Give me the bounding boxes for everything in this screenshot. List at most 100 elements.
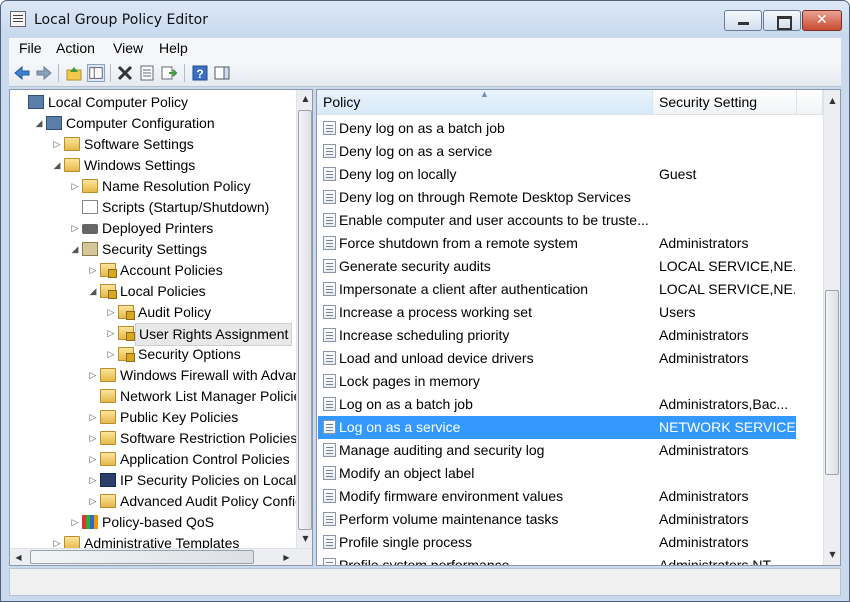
- expand-arrow-icon[interactable]: ▷: [70, 512, 80, 533]
- policy-row[interactable]: Log on as a batch job Administrators,Bac.…: [318, 393, 796, 416]
- security-settings-icon: [82, 242, 98, 256]
- policy-row[interactable]: Profile system performance Administrators…: [318, 554, 796, 566]
- expand-arrow-icon[interactable]: ▷: [106, 323, 116, 344]
- expand-arrow-icon[interactable]: ▷: [88, 470, 98, 491]
- policy-row[interactable]: Force shutdown from a remote system Admin…: [318, 232, 796, 255]
- policy-security-setting: Administrators: [659, 511, 749, 527]
- collapse-arrow-icon[interactable]: ◢: [88, 281, 98, 302]
- policy-name: Deny log on as a batch job: [339, 120, 505, 136]
- tree-item-label: Advanced Audit Policy Configu: [120, 493, 311, 509]
- toolbar: ?: [9, 60, 841, 87]
- policy-name: Modify firmware environment values: [339, 488, 564, 504]
- tree-vertical-scrollbar[interactable]: ▲ ▼: [296, 90, 312, 548]
- no-expander: [16, 92, 26, 113]
- collapse-arrow-icon[interactable]: ◢: [34, 113, 44, 134]
- policy-row[interactable]: Deny log on through Remote Desktop Servi…: [318, 186, 796, 209]
- policy-setting-icon: [323, 305, 336, 319]
- policy-name: Profile single process: [339, 534, 473, 550]
- policy-row[interactable]: Profile single process Administrators: [318, 531, 796, 554]
- delete-icon[interactable]: [116, 64, 134, 82]
- policy-name: Increase a process working set: [339, 304, 532, 320]
- scroll-up-arrow-icon[interactable]: ▲: [297, 90, 312, 107]
- tree-vertical-scroll-thumb[interactable]: [298, 110, 312, 530]
- maximize-button[interactable]: [763, 10, 801, 31]
- policy-row[interactable]: Load and unload device drivers Administra…: [318, 347, 796, 370]
- scroll-down-arrow-icon[interactable]: ▼: [297, 530, 312, 547]
- expand-arrow-icon[interactable]: ▷: [88, 428, 98, 449]
- scroll-left-arrow-icon[interactable]: ◀: [10, 549, 27, 565]
- policy-security-setting: LOCAL SERVICE,NE...: [659, 258, 795, 274]
- show-hide-tree-icon[interactable]: [87, 64, 105, 82]
- minimize-button[interactable]: [724, 10, 762, 31]
- policy-row[interactable]: Perform volume maintenance tasks Administ…: [318, 508, 796, 531]
- title-bar[interactable]: Local Group Policy Editor: [1, 1, 849, 37]
- expand-arrow-icon[interactable]: ▷: [88, 449, 98, 470]
- tree-horizontal-scrollbar[interactable]: ◀ ▶: [10, 548, 312, 565]
- expand-arrow-icon[interactable]: ▷: [70, 176, 80, 197]
- toolbar-separator: [184, 64, 185, 82]
- policy-row[interactable]: Modify firmware environment values Admini…: [318, 485, 796, 508]
- policy-row[interactable]: Impersonate a client after authenticatio…: [318, 278, 796, 301]
- tree-horizontal-scroll-thumb[interactable]: [30, 550, 254, 564]
- no-expander: [88, 386, 98, 407]
- policy-row[interactable]: Log on as a service NETWORK SERVICE...: [318, 416, 796, 439]
- policy-name: Profile system performance: [339, 557, 510, 566]
- policy-row[interactable]: Modify an object label: [318, 462, 796, 485]
- policy-row[interactable]: Increase a process working set Users: [318, 301, 796, 324]
- menu-action[interactable]: Action: [56, 40, 95, 56]
- policy-row[interactable]: Deny log on as a service: [318, 140, 796, 163]
- policy-row[interactable]: Deny log on as a batch job: [318, 117, 796, 140]
- policy-row[interactable]: Enable computer and user accounts to be …: [318, 209, 796, 232]
- forward-icon[interactable]: [35, 64, 53, 82]
- expand-arrow-icon[interactable]: ▷: [70, 218, 80, 239]
- scroll-down-arrow-icon[interactable]: ▼: [824, 546, 840, 563]
- policy-row[interactable]: Generate security audits LOCAL SERVICE,NE…: [318, 255, 796, 278]
- policy-setting-icon: [323, 213, 336, 227]
- expand-arrow-icon[interactable]: ▷: [88, 491, 98, 512]
- properties-icon[interactable]: [138, 64, 156, 82]
- tree-item-label: Name Resolution Policy: [102, 178, 251, 194]
- menu-view[interactable]: View: [113, 40, 143, 56]
- list-vertical-scroll-thumb[interactable]: [825, 290, 839, 475]
- policy-name: Force shutdown from a remote system: [339, 235, 578, 251]
- close-button[interactable]: [802, 10, 842, 31]
- policy-row[interactable]: Increase scheduling priority Administrato…: [318, 324, 796, 347]
- expand-arrow-icon[interactable]: ▷: [106, 344, 116, 365]
- column-header-policy[interactable]: ▲ Policy: [317, 90, 653, 115]
- expand-arrow-icon[interactable]: ▷: [88, 260, 98, 281]
- policy-row[interactable]: Manage auditing and security log Administ…: [318, 439, 796, 462]
- export-list-icon[interactable]: [160, 64, 178, 82]
- policy-security-setting: LOCAL SERVICE,NE...: [659, 281, 795, 297]
- folder-icon: [64, 158, 80, 172]
- policy-setting-icon: [323, 121, 336, 135]
- policy-row[interactable]: Deny log on locally Guest: [318, 163, 796, 186]
- tree-item-label: Windows Settings: [84, 157, 196, 173]
- tree-item-label: Local Computer Policy: [48, 94, 189, 110]
- computer-icon: [46, 116, 62, 130]
- show-pane-icon[interactable]: [213, 64, 231, 82]
- scroll-right-arrow-icon[interactable]: ▶: [278, 549, 295, 565]
- help-icon[interactable]: ?: [191, 64, 209, 82]
- expand-arrow-icon[interactable]: ▷: [52, 134, 62, 155]
- expand-arrow-icon[interactable]: ▷: [88, 365, 98, 386]
- printer-icon: [82, 224, 98, 234]
- back-icon[interactable]: [13, 64, 31, 82]
- expand-arrow-icon[interactable]: ▷: [106, 302, 116, 323]
- menu-file[interactable]: File: [19, 40, 42, 56]
- menu-help[interactable]: Help: [159, 40, 188, 56]
- status-bar: [9, 568, 841, 596]
- list-vertical-scrollbar[interactable]: ▲ ▼: [823, 90, 840, 565]
- policy-setting-icon: [323, 236, 336, 250]
- sort-ascending-icon: ▲: [480, 89, 489, 99]
- policy-row[interactable]: Lock pages in memory: [318, 370, 796, 393]
- scroll-up-arrow-icon[interactable]: ▲: [824, 92, 840, 109]
- column-header-security-setting[interactable]: Security Setting: [653, 90, 797, 115]
- collapse-arrow-icon[interactable]: ◢: [52, 155, 62, 176]
- up-folder-icon[interactable]: [65, 64, 83, 82]
- tree-item-label: Deployed Printers: [102, 220, 214, 236]
- secure-folder-icon: [118, 305, 135, 320]
- collapse-arrow-icon[interactable]: ◢: [70, 239, 80, 260]
- policy-security-setting: Administrators: [659, 534, 749, 550]
- policy-setting-icon: [323, 190, 336, 204]
- expand-arrow-icon[interactable]: ▷: [88, 407, 98, 428]
